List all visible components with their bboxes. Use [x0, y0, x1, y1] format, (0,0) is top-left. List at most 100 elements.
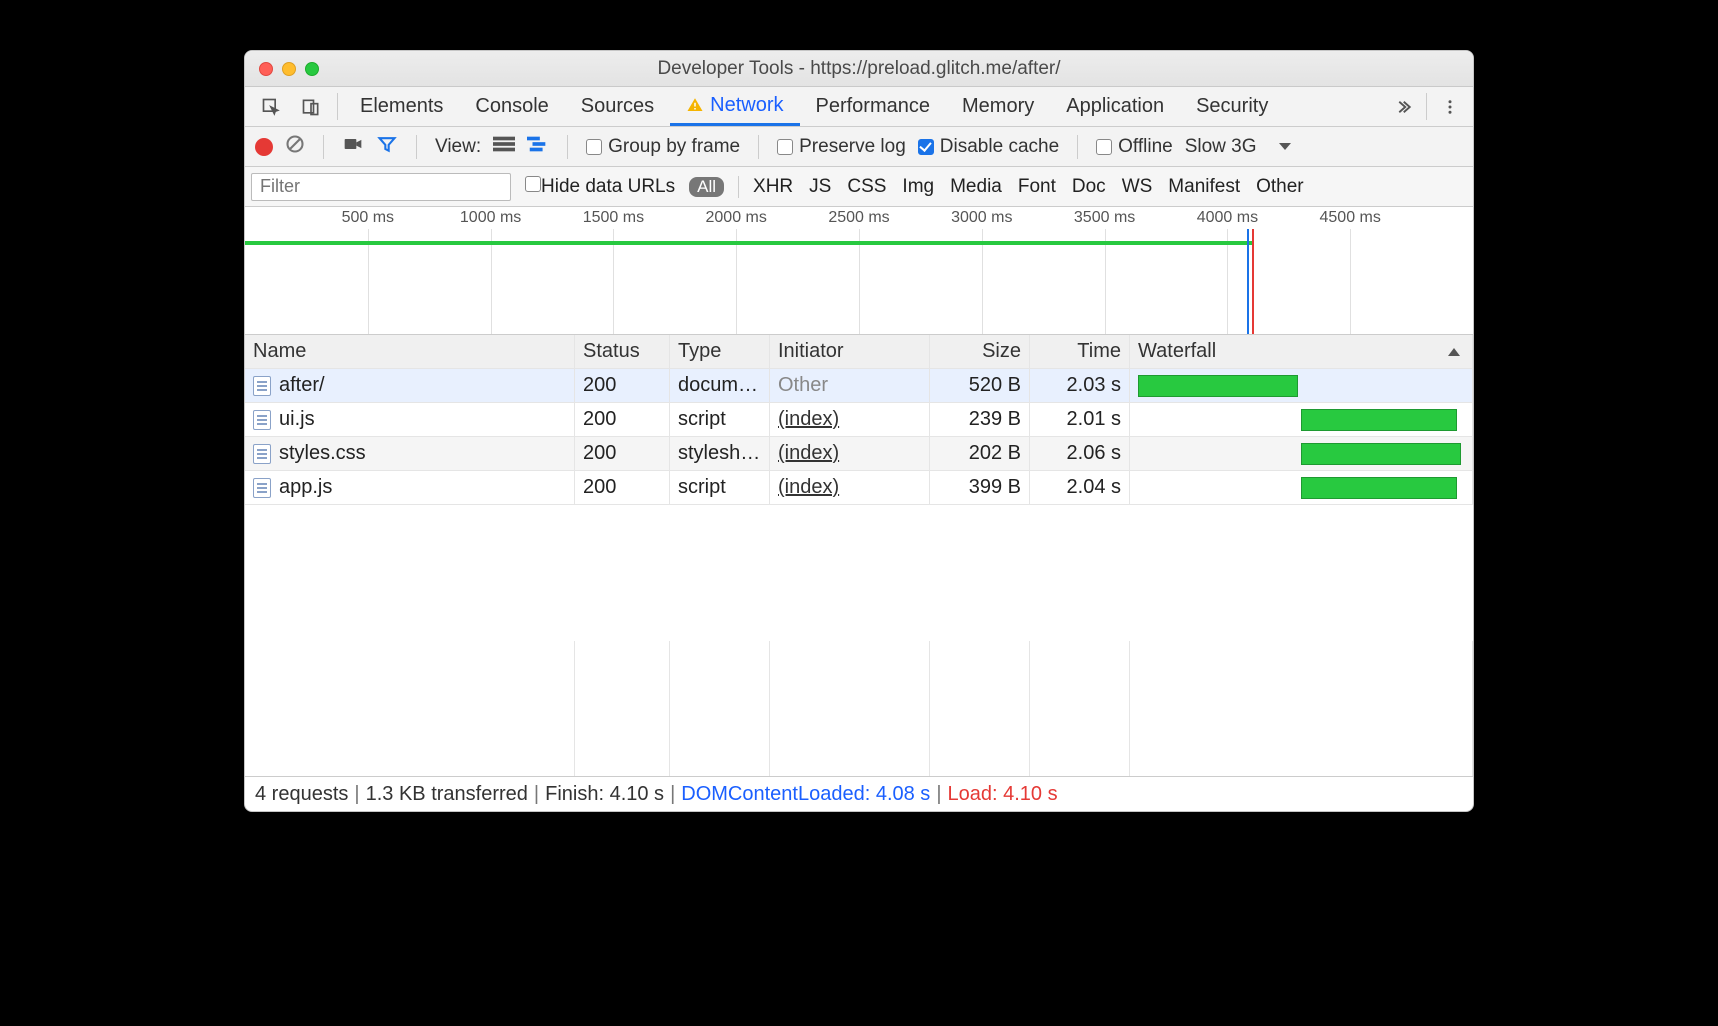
tab-security[interactable]: Security: [1180, 87, 1284, 126]
tab-elements[interactable]: Elements: [344, 87, 459, 126]
status-finish: Finish: 4.10 s: [545, 783, 664, 806]
tab-sources[interactable]: Sources: [565, 87, 670, 126]
status-cell: 200: [575, 471, 670, 505]
time-cell: 2.04 s: [1030, 471, 1130, 505]
inspect-element-icon[interactable]: [251, 87, 291, 126]
col-initiator[interactable]: Initiator: [770, 335, 930, 369]
table-row[interactable]: after/200docum…Other520 B2.03 s: [245, 369, 1473, 403]
file-icon: [253, 478, 271, 498]
waterfall-cell: [1130, 437, 1473, 471]
timeline-label: 4000 ms: [1197, 209, 1258, 227]
timeline-label: 2500 ms: [828, 209, 889, 227]
initiator-cell: (index): [770, 471, 930, 505]
timeline-overview[interactable]: 500 ms1000 ms1500 ms2000 ms2500 ms3000 m…: [245, 207, 1473, 335]
filter-type-media[interactable]: Media: [950, 176, 1002, 198]
filter-type-other[interactable]: Other: [1256, 176, 1304, 198]
filter-type-img[interactable]: Img: [902, 176, 934, 198]
tab-performance[interactable]: Performance: [800, 87, 947, 126]
col-name[interactable]: Name: [245, 335, 575, 369]
capture-screenshots-icon[interactable]: [342, 134, 364, 160]
filter-type-js[interactable]: JS: [809, 176, 831, 198]
name-cell: after/: [245, 369, 575, 403]
timeline-activity-bar: [245, 241, 1252, 245]
size-cell: 239 B: [930, 403, 1030, 437]
disable-cache-label: Disable cache: [940, 136, 1059, 158]
filter-input[interactable]: [251, 173, 511, 201]
filter-toggle-icon[interactable]: [376, 134, 398, 160]
time-cell: 2.06 s: [1030, 437, 1130, 471]
filter-type-css[interactable]: CSS: [847, 176, 886, 198]
file-icon: [253, 444, 271, 464]
view-label: View:: [435, 136, 481, 158]
col-status[interactable]: Status: [575, 335, 670, 369]
table-empty-area: [245, 641, 1473, 777]
tab-console[interactable]: Console: [459, 87, 564, 126]
size-cell: 202 B: [930, 437, 1030, 471]
waterfall-view-icon[interactable]: [527, 136, 549, 158]
table-header: Name Status Type Initiator Size Time Wat…: [245, 335, 1473, 369]
group-by-frame-checkbox[interactable]: Group by frame: [586, 136, 740, 158]
panel-tab-bar: ElementsConsoleSourcesNetworkPerformance…: [245, 87, 1473, 127]
timeline-label: 3500 ms: [1074, 209, 1135, 227]
initiator-cell: (index): [770, 403, 930, 437]
record-icon[interactable]: [255, 138, 273, 156]
time-cell: 2.03 s: [1030, 369, 1130, 403]
status-requests: 4 requests: [255, 783, 348, 806]
status-cell: 200: [575, 403, 670, 437]
hide-data-urls-label: Hide data URLs: [541, 176, 675, 197]
col-size[interactable]: Size: [930, 335, 1030, 369]
timeline-label: 500 ms: [342, 209, 394, 227]
type-cell: stylesh…: [670, 437, 770, 471]
table-row[interactable]: ui.js200script(index)239 B2.01 s: [245, 403, 1473, 437]
col-waterfall[interactable]: Waterfall: [1130, 335, 1473, 369]
load-marker: [1252, 229, 1254, 334]
offline-checkbox[interactable]: Offline: [1096, 136, 1173, 158]
filter-type-doc[interactable]: Doc: [1072, 176, 1106, 198]
name-cell: app.js: [245, 471, 575, 505]
tab-application[interactable]: Application: [1050, 87, 1180, 126]
overflow-tabs-icon[interactable]: [1386, 87, 1420, 126]
device-toolbar-icon[interactable]: [291, 87, 331, 126]
col-type[interactable]: Type: [670, 335, 770, 369]
waterfall-cell: [1130, 369, 1473, 403]
filter-type-xhr[interactable]: XHR: [753, 176, 793, 198]
network-toolbar: View: Group by frame Preserve log Disabl…: [245, 127, 1473, 167]
filter-type-font[interactable]: Font: [1018, 176, 1056, 198]
tab-memory[interactable]: Memory: [946, 87, 1050, 126]
separator: [1426, 93, 1427, 120]
status-cell: 200: [575, 437, 670, 471]
status-cell: 200: [575, 369, 670, 403]
chevron-down-icon: [1279, 143, 1291, 150]
throttling-value: Slow 3G: [1185, 136, 1257, 158]
table-row[interactable]: styles.css200stylesh…(index)202 B2.06 s: [245, 437, 1473, 471]
tab-network[interactable]: Network: [670, 87, 799, 126]
close-icon[interactable]: [259, 62, 273, 76]
filter-type-ws[interactable]: WS: [1122, 176, 1153, 198]
filter-type-all[interactable]: All: [689, 177, 724, 197]
separator: [738, 176, 739, 198]
timeline-label: 2000 ms: [706, 209, 767, 227]
devtools-window: Developer Tools - https://preload.glitch…: [244, 50, 1474, 812]
timeline-label: 1500 ms: [583, 209, 644, 227]
disable-cache-checkbox[interactable]: Disable cache: [918, 136, 1059, 158]
zoom-icon[interactable]: [305, 62, 319, 76]
minimize-icon[interactable]: [282, 62, 296, 76]
preserve-log-checkbox[interactable]: Preserve log: [777, 136, 906, 158]
offline-label: Offline: [1118, 136, 1173, 158]
large-rows-icon[interactable]: [493, 136, 515, 158]
name-cell: ui.js: [245, 403, 575, 437]
initiator-cell: (index): [770, 437, 930, 471]
filter-bar: Hide data URLs All XHR JS CSS Img Media Font D…: [245, 167, 1473, 207]
type-cell: script: [670, 403, 770, 437]
clear-icon[interactable]: [285, 134, 305, 160]
filter-type-manifest[interactable]: Manifest: [1168, 176, 1240, 198]
col-time[interactable]: Time: [1030, 335, 1130, 369]
separator: [323, 135, 324, 159]
more-options-icon[interactable]: [1433, 87, 1467, 126]
separator: [416, 135, 417, 159]
timeline-label: 4500 ms: [1320, 209, 1381, 227]
hide-data-urls-checkbox[interactable]: Hide data URLs: [525, 176, 675, 198]
throttling-select[interactable]: Slow 3G: [1185, 136, 1291, 158]
table-row[interactable]: app.js200script(index)399 B2.04 s: [245, 471, 1473, 505]
separator: [567, 135, 568, 159]
